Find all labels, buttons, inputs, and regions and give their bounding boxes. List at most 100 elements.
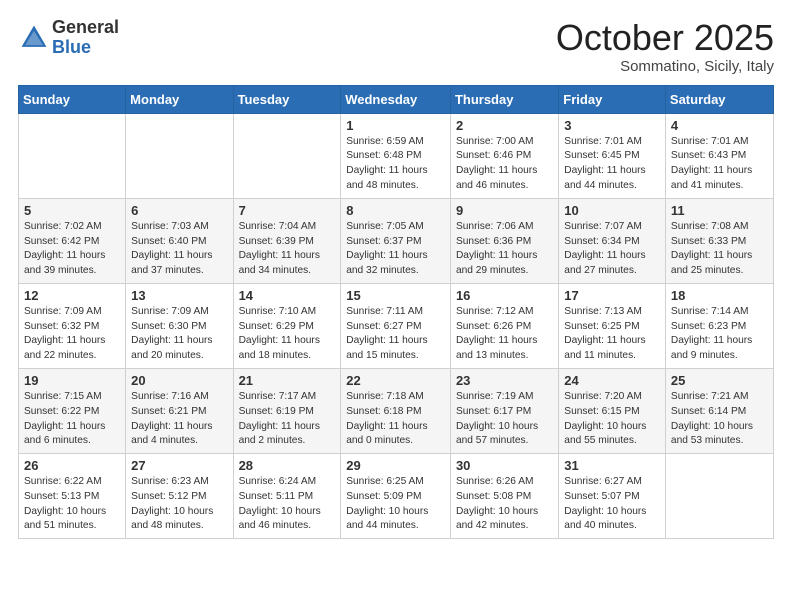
header-friday: Friday <box>559 85 666 113</box>
day-number: 8 <box>346 203 445 218</box>
calendar-cell: 29 Sunrise: 6:25 AM Sunset: 5:09 PM Dayli… <box>341 454 451 539</box>
day-info: Sunrise: 7:17 AM Sunset: 6:19 PM Dayligh… <box>239 390 336 449</box>
calendar-cell: 20 Sunrise: 7:16 AM Sunset: 6:21 PM Dayli… <box>126 368 233 453</box>
day-number: 11 <box>671 203 768 218</box>
day-number: 20 <box>131 373 227 388</box>
calendar-table: Sunday Monday Tuesday Wednesday Thursday… <box>18 85 774 540</box>
day-info: Sunrise: 7:11 AM Sunset: 6:27 PM Dayligh… <box>346 305 445 364</box>
day-number: 24 <box>564 373 660 388</box>
calendar-week-row: 5Sunrise: 7:02 AM Sunset: 6:42 PM Daylig… <box>19 198 774 283</box>
day-number: 23 <box>456 373 553 388</box>
day-info: Sunrise: 7:19 AM Sunset: 6:17 PM Dayligh… <box>456 390 553 449</box>
calendar-cell: 11 Sunrise: 7:08 AM Sunset: 6:33 PM Dayli… <box>665 198 773 283</box>
calendar-cell: 7Sunrise: 7:04 AM Sunset: 6:39 PM Daylig… <box>233 198 341 283</box>
calendar-cell: 15 Sunrise: 7:11 AM Sunset: 6:27 PM Dayli… <box>341 283 451 368</box>
calendar-week-row: 26 Sunrise: 6:22 AM Sunset: 5:13 PM Dayli… <box>19 454 774 539</box>
calendar-cell: 22 Sunrise: 7:18 AM Sunset: 6:18 PM Dayli… <box>341 368 451 453</box>
day-info: Sunrise: 7:01 AM Sunset: 6:43 PM Dayligh… <box>671 135 768 194</box>
day-info: Sunrise: 7:07 AM Sunset: 6:34 PM Dayligh… <box>564 220 660 279</box>
calendar-cell: 18 Sunrise: 7:14 AM Sunset: 6:23 PM Dayli… <box>665 283 773 368</box>
day-number: 10 <box>564 203 660 218</box>
day-info: Sunrise: 7:09 AM Sunset: 6:32 PM Dayligh… <box>24 305 120 364</box>
day-number: 4 <box>671 118 768 133</box>
day-number: 14 <box>239 288 336 303</box>
day-info: Sunrise: 7:01 AM Sunset: 6:45 PM Dayligh… <box>564 135 660 194</box>
logo-icon <box>18 22 50 54</box>
day-number: 12 <box>24 288 120 303</box>
day-number: 18 <box>671 288 768 303</box>
header-tuesday: Tuesday <box>233 85 341 113</box>
logo: General Blue <box>18 18 119 58</box>
logo-text: General Blue <box>52 18 119 58</box>
calendar-week-row: 12 Sunrise: 7:09 AM Sunset: 6:32 PM Dayli… <box>19 283 774 368</box>
day-number: 16 <box>456 288 553 303</box>
day-number: 7 <box>239 203 336 218</box>
calendar-cell <box>19 113 126 198</box>
calendar-cell: 12 Sunrise: 7:09 AM Sunset: 6:32 PM Dayli… <box>19 283 126 368</box>
calendar-cell: 24Sunrise: 7:20 AM Sunset: 6:15 PM Dayli… <box>559 368 666 453</box>
calendar-cell: 6 Sunrise: 7:03 AM Sunset: 6:40 PM Daylig… <box>126 198 233 283</box>
day-number: 17 <box>564 288 660 303</box>
header-saturday: Saturday <box>665 85 773 113</box>
day-number: 1 <box>346 118 445 133</box>
day-number: 27 <box>131 458 227 473</box>
calendar-cell: 9 Sunrise: 7:06 AM Sunset: 6:36 PM Daylig… <box>450 198 558 283</box>
calendar-cell: 14 Sunrise: 7:10 AM Sunset: 6:29 PM Dayli… <box>233 283 341 368</box>
calendar-week-row: 19 Sunrise: 7:15 AM Sunset: 6:22 PM Dayli… <box>19 368 774 453</box>
day-info: Sunrise: 7:14 AM Sunset: 6:23 PM Dayligh… <box>671 305 768 364</box>
title-block: October 2025 Sommatino, Sicily, Italy <box>556 18 774 75</box>
day-number: 21 <box>239 373 336 388</box>
calendar-cell: 25Sunrise: 7:21 AM Sunset: 6:14 PM Dayli… <box>665 368 773 453</box>
day-info: Sunrise: 6:26 AM Sunset: 5:08 PM Dayligh… <box>456 475 553 534</box>
day-info: Sunrise: 6:23 AM Sunset: 5:12 PM Dayligh… <box>131 475 227 534</box>
page: General Blue October 2025 Sommatino, Sic… <box>0 0 792 612</box>
day-info: Sunrise: 7:08 AM Sunset: 6:33 PM Dayligh… <box>671 220 768 279</box>
calendar-cell: 2 Sunrise: 7:00 AM Sunset: 6:46 PM Daylig… <box>450 113 558 198</box>
calendar-cell: 1 Sunrise: 6:59 AM Sunset: 6:48 PM Daylig… <box>341 113 451 198</box>
day-number: 31 <box>564 458 660 473</box>
calendar-cell: 3 Sunrise: 7:01 AM Sunset: 6:45 PM Daylig… <box>559 113 666 198</box>
calendar-cell: 19 Sunrise: 7:15 AM Sunset: 6:22 PM Dayli… <box>19 368 126 453</box>
day-info: Sunrise: 7:00 AM Sunset: 6:46 PM Dayligh… <box>456 135 553 194</box>
calendar-cell <box>665 454 773 539</box>
day-number: 2 <box>456 118 553 133</box>
day-number: 30 <box>456 458 553 473</box>
day-info: Sunrise: 6:25 AM Sunset: 5:09 PM Dayligh… <box>346 475 445 534</box>
day-number: 3 <box>564 118 660 133</box>
calendar-cell: 30 Sunrise: 6:26 AM Sunset: 5:08 PM Dayli… <box>450 454 558 539</box>
calendar-cell <box>126 113 233 198</box>
day-info: Sunrise: 7:18 AM Sunset: 6:18 PM Dayligh… <box>346 390 445 449</box>
day-number: 28 <box>239 458 336 473</box>
day-number: 22 <box>346 373 445 388</box>
header-thursday: Thursday <box>450 85 558 113</box>
calendar-cell: 27 Sunrise: 6:23 AM Sunset: 5:12 PM Dayli… <box>126 454 233 539</box>
calendar-cell: 5Sunrise: 7:02 AM Sunset: 6:42 PM Daylig… <box>19 198 126 283</box>
logo-blue-text: Blue <box>52 38 119 58</box>
day-number: 26 <box>24 458 120 473</box>
day-info: Sunrise: 7:15 AM Sunset: 6:22 PM Dayligh… <box>24 390 120 449</box>
day-info: Sunrise: 6:24 AM Sunset: 5:11 PM Dayligh… <box>239 475 336 534</box>
day-info: Sunrise: 6:59 AM Sunset: 6:48 PM Dayligh… <box>346 135 445 194</box>
day-number: 29 <box>346 458 445 473</box>
calendar-cell: 4 Sunrise: 7:01 AM Sunset: 6:43 PM Daylig… <box>665 113 773 198</box>
calendar-cell: 13 Sunrise: 7:09 AM Sunset: 6:30 PM Dayli… <box>126 283 233 368</box>
calendar-cell: 23 Sunrise: 7:19 AM Sunset: 6:17 PM Dayli… <box>450 368 558 453</box>
day-number: 19 <box>24 373 120 388</box>
day-info: Sunrise: 7:06 AM Sunset: 6:36 PM Dayligh… <box>456 220 553 279</box>
day-number: 9 <box>456 203 553 218</box>
day-number: 13 <box>131 288 227 303</box>
location-subtitle: Sommatino, Sicily, Italy <box>556 58 774 75</box>
day-info: Sunrise: 7:03 AM Sunset: 6:40 PM Dayligh… <box>131 220 227 279</box>
day-info: Sunrise: 7:09 AM Sunset: 6:30 PM Dayligh… <box>131 305 227 364</box>
day-info: Sunrise: 7:13 AM Sunset: 6:25 PM Dayligh… <box>564 305 660 364</box>
day-number: 6 <box>131 203 227 218</box>
calendar-cell: 10 Sunrise: 7:07 AM Sunset: 6:34 PM Dayli… <box>559 198 666 283</box>
day-info: Sunrise: 7:16 AM Sunset: 6:21 PM Dayligh… <box>131 390 227 449</box>
calendar-cell: 28 Sunrise: 6:24 AM Sunset: 5:11 PM Dayli… <box>233 454 341 539</box>
day-info: Sunrise: 7:10 AM Sunset: 6:29 PM Dayligh… <box>239 305 336 364</box>
day-info: Sunrise: 7:21 AM Sunset: 6:14 PM Dayligh… <box>671 390 768 449</box>
day-number: 15 <box>346 288 445 303</box>
calendar-cell: 26 Sunrise: 6:22 AM Sunset: 5:13 PM Dayli… <box>19 454 126 539</box>
day-info: Sunrise: 6:22 AM Sunset: 5:13 PM Dayligh… <box>24 475 120 534</box>
day-number: 5 <box>24 203 120 218</box>
